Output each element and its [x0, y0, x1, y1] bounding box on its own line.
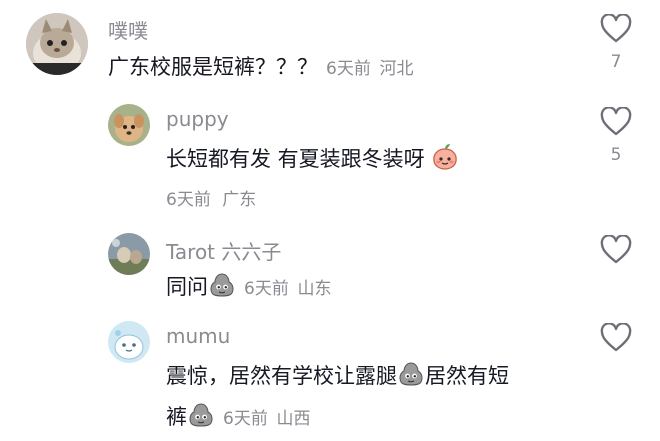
gray-blob-emoji	[397, 360, 425, 399]
comment-body: 同问	[166, 275, 208, 299]
comment-text: 长短都有发 有夏装跟冬装呀	[166, 141, 459, 182]
avatar[interactable]	[108, 233, 150, 275]
comment-time: 6天前	[223, 409, 268, 429]
like-button[interactable]	[596, 323, 636, 353]
comment-body: 广东校服是短裤？？？	[108, 55, 318, 79]
heart-icon	[600, 107, 632, 136]
comment-time: 6天前	[166, 190, 211, 210]
peach-face-emoji	[431, 143, 459, 182]
comment-text: 同问 6天前 山东	[166, 269, 332, 310]
comment-location: 山东	[297, 279, 332, 299]
comment-body: 震惊，居然有学校让露腿	[166, 364, 397, 388]
comment-text: 震惊，居然有学校让露腿 居然有短 裤 6天前 山西	[166, 358, 586, 440]
avatar[interactable]	[108, 321, 150, 363]
like-count: 7	[610, 52, 622, 72]
like-count: 5	[610, 145, 622, 165]
comment-time: 6天前	[244, 279, 289, 299]
comment-location: 河北	[379, 59, 414, 79]
heart-icon	[600, 14, 632, 43]
username[interactable]: 噗噗	[108, 15, 148, 44]
comment-location: 山西	[276, 409, 311, 429]
avatar[interactable]	[108, 104, 150, 146]
like-button[interactable]: 7	[596, 14, 636, 72]
heart-icon	[600, 323, 632, 352]
comment-item: Tarot 六六子 同问 6天前 山东	[0, 225, 660, 313]
username[interactable]: Tarot 六六子	[166, 236, 281, 265]
heart-icon	[600, 235, 632, 264]
comment-body-line: 震惊，居然有学校让露腿 居然有短	[166, 358, 586, 399]
comment-body: 裤	[166, 405, 187, 429]
comment-body: 长短都有发 有夏装跟冬装呀	[166, 147, 425, 171]
comment-item: puppy 长短都有发 有夏装跟冬装呀 6天前 广东 5	[0, 95, 660, 225]
comment-meta: 6天前 广东	[166, 185, 256, 210]
like-button[interactable]: 5	[596, 107, 636, 165]
comment-time: 6天前	[326, 59, 371, 79]
avatar[interactable]	[26, 13, 88, 75]
comment-location: 广东	[222, 190, 257, 210]
comment-body: 居然有短	[425, 364, 509, 388]
comment-text: 广东校服是短裤？？？ 6天前 河北	[108, 49, 414, 87]
comment-item: 噗噗 广东校服是短裤？？？ 6天前 河北 7	[0, 0, 660, 95]
comment-item: mumu 震惊，居然有学校让露腿 居然有短 裤 6天前 山西	[0, 313, 660, 441]
like-button[interactable]	[596, 235, 636, 265]
gray-blob-emoji	[187, 401, 215, 440]
username[interactable]: puppy	[166, 107, 229, 131]
gray-blob-emoji	[208, 271, 236, 310]
username[interactable]: mumu	[166, 324, 230, 348]
comment-body-line: 裤 6天前 山西	[166, 399, 586, 440]
